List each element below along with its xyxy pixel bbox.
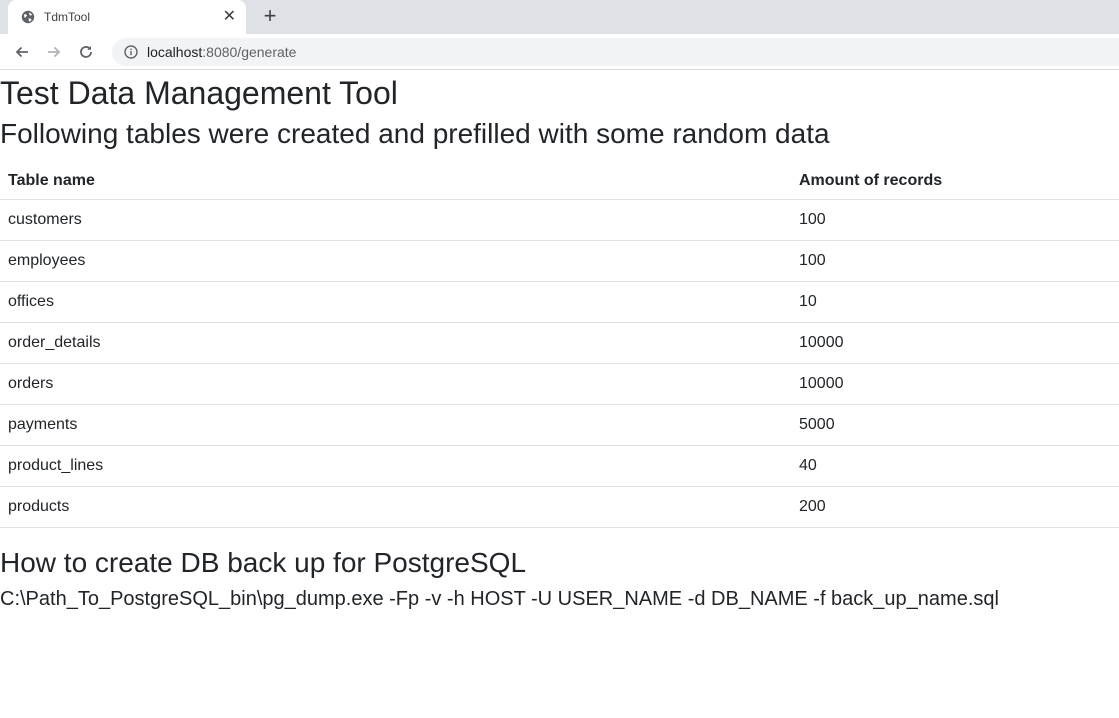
table-row: customers 100	[0, 199, 1119, 241]
tab-title: TdmTool	[44, 10, 91, 24]
page-content: Test Data Management Tool Following tabl…	[0, 73, 1119, 612]
back-arrow-icon[interactable]	[10, 40, 34, 64]
new-tab-plus-icon[interactable]: +	[260, 5, 280, 28]
info-icon[interactable]	[124, 44, 138, 59]
table-name-cell: product_lines	[0, 445, 791, 487]
table-row: product_lines 40	[0, 445, 1119, 487]
address-bar[interactable]: localhost:8080/generate	[112, 37, 1119, 66]
record-count-cell: 100	[791, 240, 1119, 282]
forward-arrow-icon[interactable]	[42, 40, 66, 64]
table-row: orders 10000	[0, 363, 1119, 405]
url-text: localhost:8080/generate	[147, 44, 296, 60]
record-count-cell: 200	[791, 486, 1119, 528]
url-path: :8080/generate	[202, 43, 297, 60]
records-table: Table name Amount of records customers 1…	[0, 163, 1119, 528]
table-name-cell: employees	[0, 240, 791, 282]
page-title: Test Data Management Tool	[0, 75, 398, 111]
backup-heading: How to create DB back up for PostgreSQL	[0, 547, 527, 578]
record-count-cell: 10000	[791, 322, 1119, 364]
table-name-cell: products	[0, 486, 791, 528]
browser-tab[interactable]: TdmTool ✕	[8, 0, 246, 34]
globe-icon	[21, 10, 35, 24]
table-name-cell: offices	[0, 281, 791, 323]
close-icon[interactable]: ✕	[223, 9, 236, 25]
record-count-cell: 5000	[791, 404, 1119, 446]
table-row: offices 10	[0, 281, 1119, 323]
table-header-row: Table name Amount of records	[0, 163, 1119, 200]
table-row: payments 5000	[0, 404, 1119, 446]
table-name-cell: orders	[0, 363, 791, 405]
url-host: localhost	[147, 43, 203, 60]
browser-tabstrip: TdmTool ✕ +	[0, 0, 1119, 34]
record-count-cell: 10000	[791, 363, 1119, 405]
record-count-cell: 40	[791, 445, 1119, 487]
record-count-cell: 100	[791, 199, 1119, 241]
reload-icon[interactable]	[74, 40, 98, 64]
column-header-table-name: Table name	[0, 163, 791, 200]
browser-toolbar: localhost:8080/generate	[0, 34, 1119, 70]
record-count-cell: 10	[791, 281, 1119, 323]
table-name-cell: customers	[0, 199, 791, 241]
table-name-cell: order_details	[0, 322, 791, 364]
table-row: order_details 10000	[0, 322, 1119, 364]
table-row: products 200	[0, 486, 1119, 528]
column-header-amount: Amount of records	[791, 163, 1119, 200]
page-subtitle: Following tables were created and prefil…	[0, 118, 830, 149]
table-row: employees 100	[0, 240, 1119, 282]
table-name-cell: payments	[0, 404, 791, 446]
backup-command: C:\Path_To_PostgreSQL_bin\pg_dump.exe -F…	[0, 588, 999, 610]
